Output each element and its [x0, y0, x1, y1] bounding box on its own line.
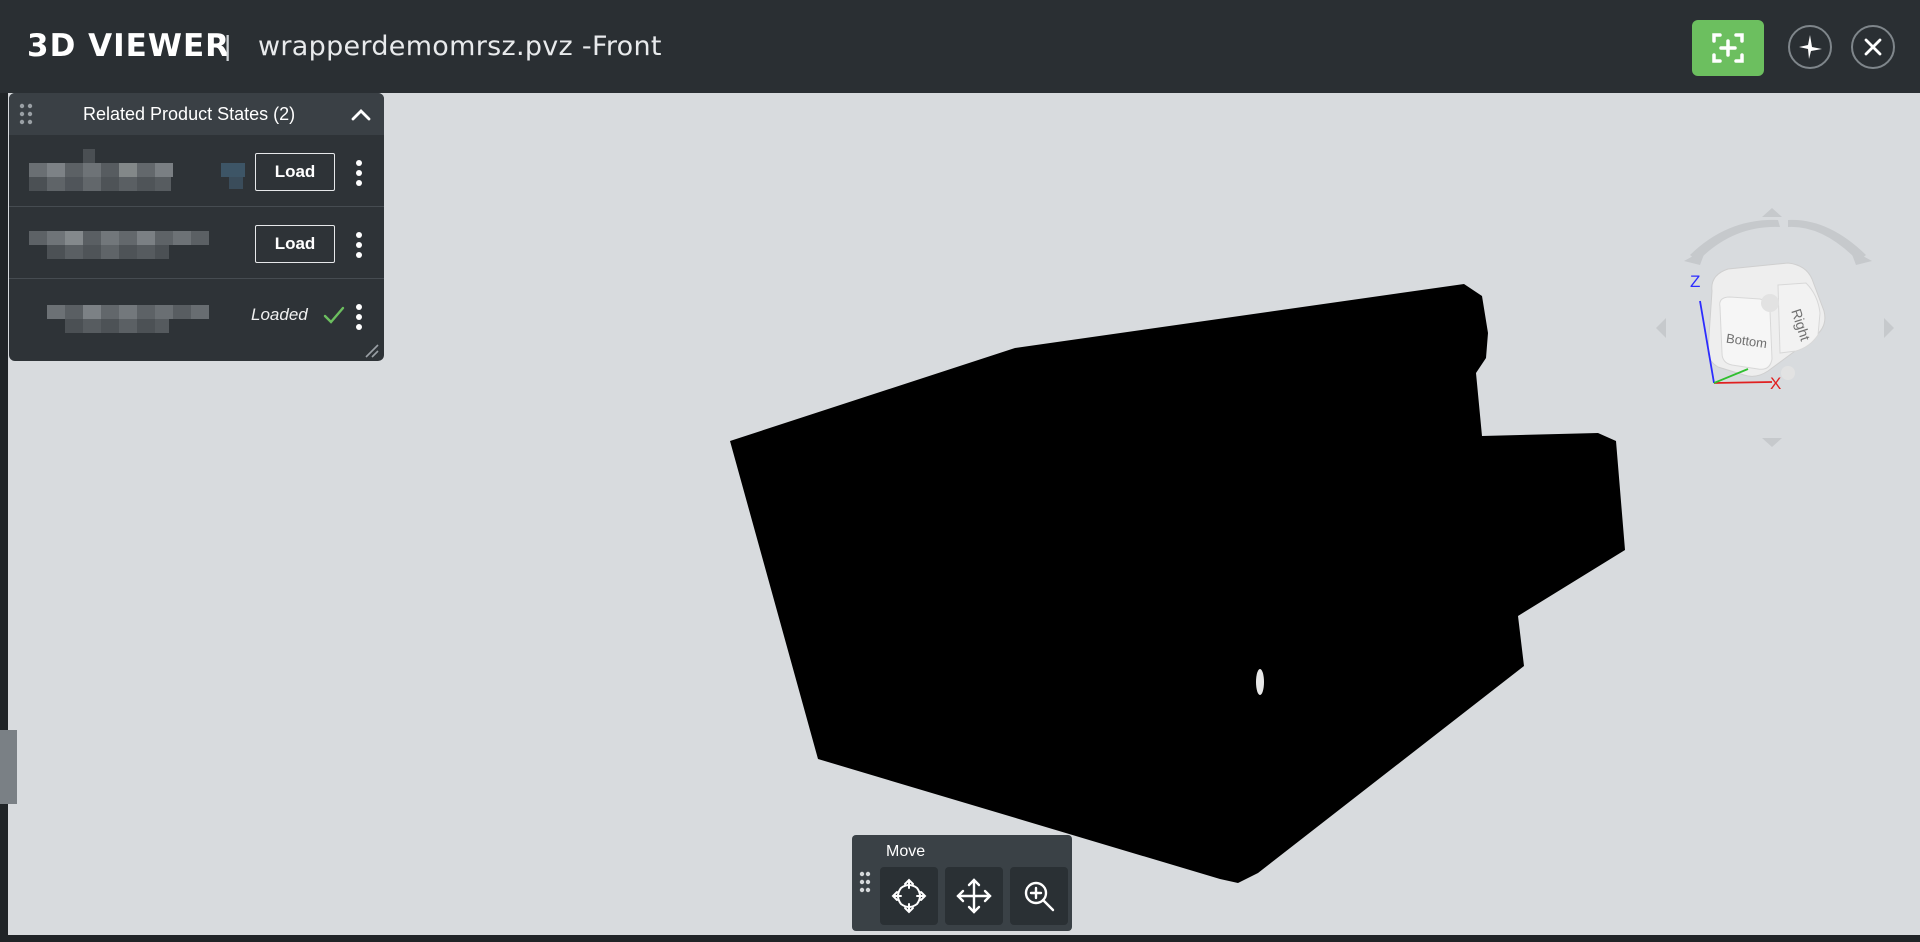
rotate-right-arrow — [1884, 318, 1894, 338]
related-product-states-panel: Related Product States (2) Load Load Loa… — [9, 93, 384, 361]
more-options-icon[interactable] — [355, 231, 363, 259]
redacted-state-name — [47, 305, 209, 333]
toolbar-label: Move — [886, 843, 926, 860]
pan-icon — [956, 878, 992, 914]
close-icon — [1864, 38, 1882, 56]
fullscreen-add-icon — [1712, 33, 1744, 63]
load-button[interactable]: Load — [255, 225, 335, 263]
more-options-icon[interactable] — [355, 303, 363, 331]
reset-view-button[interactable] — [1788, 25, 1832, 69]
view-cube[interactable]: Bottom Right — [1707, 262, 1826, 380]
product-state-row: Load — [9, 207, 384, 279]
resize-grip-icon[interactable] — [364, 343, 380, 359]
drag-handle-icon[interactable] — [859, 871, 871, 893]
rotate-up-arrow — [1762, 208, 1782, 217]
move-toolbar: Move — [852, 835, 1072, 931]
title-separator: | — [224, 30, 232, 61]
chevron-up-icon[interactable] — [349, 103, 373, 127]
panel-title: Related Product States (2) — [83, 104, 296, 124]
product-state-row: Load — [9, 135, 384, 207]
rotate-icon — [891, 878, 927, 914]
viewer-header: 3D VIEWER | wrapperdemomrsz.pvz -Front — [0, 0, 1920, 93]
window-bottom-edge — [0, 935, 1920, 942]
file-name: wrapperdemomrsz.pvz -Front — [258, 31, 662, 62]
more-options-icon[interactable] — [355, 159, 363, 187]
rotate-tool-button[interactable] — [880, 867, 938, 925]
axis-z-label: Z — [1690, 272, 1700, 291]
reset-view-icon — [1799, 35, 1822, 59]
zoom-tool-button[interactable] — [1010, 867, 1068, 925]
checkmark-icon — [323, 306, 345, 324]
redacted-state-name — [29, 149, 245, 191]
pan-tool-button[interactable] — [945, 867, 1003, 925]
close-button[interactable] — [1851, 25, 1895, 69]
rotate-left-arrow — [1656, 318, 1666, 338]
load-button[interactable]: Load — [255, 153, 335, 191]
app-title: 3D VIEWER — [27, 28, 231, 64]
panel-header: Related Product States (2) — [9, 93, 384, 135]
product-state-row: Loaded — [9, 279, 384, 351]
zoom-icon — [1024, 881, 1055, 912]
rotate-down-arrow — [1762, 438, 1782, 447]
redacted-state-name — [29, 231, 209, 259]
orientation-cube[interactable]: Bottom Right Z X — [1648, 203, 1908, 453]
model-hole — [1256, 669, 1264, 695]
fullscreen-button[interactable] — [1692, 20, 1764, 76]
loaded-status: Loaded — [251, 305, 308, 324]
side-panel-tab[interactable] — [0, 730, 17, 804]
axis-x-label: X — [1770, 374, 1781, 393]
drag-handle-icon[interactable] — [19, 103, 33, 125]
